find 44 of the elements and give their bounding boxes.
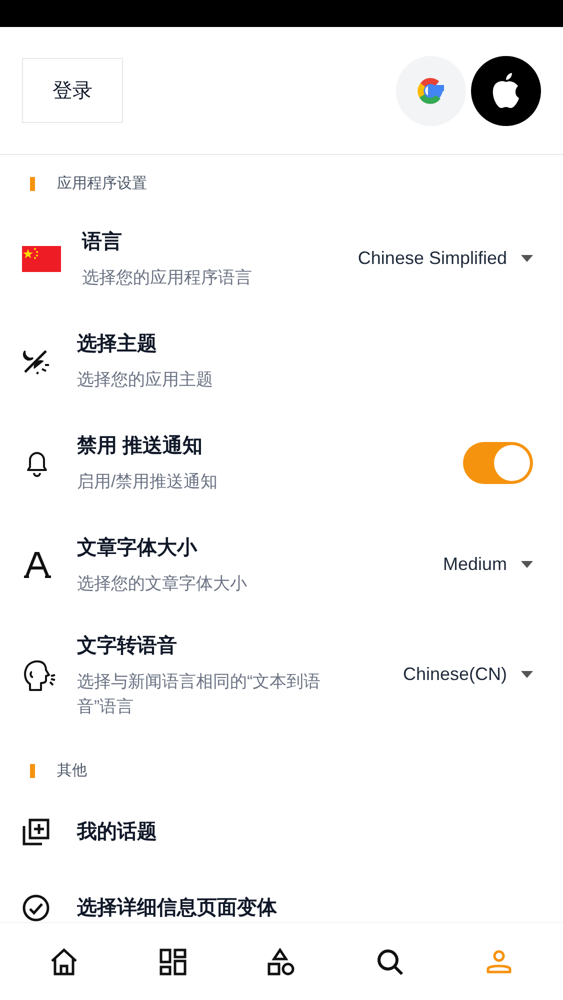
- dropdown-value: Medium: [442, 553, 507, 576]
- section-accent-bar: [30, 177, 35, 192]
- toggle-switch[interactable]: [463, 442, 533, 484]
- add-box-icon: [22, 818, 50, 846]
- search-icon: [376, 948, 404, 976]
- caret-icon: [521, 255, 533, 262]
- check-circle-icon: [22, 894, 50, 922]
- setting-title: 禁用 推送通知: [77, 434, 204, 459]
- setting-description: 选择与新闻语言相同的“文本到语音”语言: [77, 670, 322, 718]
- setting-title: 语言: [82, 230, 123, 255]
- dropdown[interactable]: Chinese(CN): [394, 661, 533, 688]
- serif-letter-icon: [22, 552, 52, 578]
- setting-title: 我的话题: [77, 820, 158, 845]
- dropdown-value: Chinese Simplified: [358, 247, 507, 270]
- speaking-head-icon: [22, 658, 56, 692]
- grid-icon: [158, 948, 187, 976]
- setting-title: 选择主题: [77, 332, 158, 357]
- setting-description: 选择您的文章字体大小: [77, 573, 248, 595]
- setting-title: 文字转语音: [77, 634, 178, 658]
- settings-row[interactable]: 选择主题 选择您的应用主题: [0, 310, 563, 412]
- shapes-icon: [267, 948, 296, 976]
- dropdown-value: Chinese(CN): [402, 663, 507, 686]
- china-flag-icon: [22, 246, 61, 272]
- settings-row[interactable]: 我的话题: [0, 794, 563, 870]
- section-accent-bar: [30, 764, 35, 778]
- home-icon: [49, 946, 80, 976]
- setting-title: 选择详细信息页面变体: [77, 896, 278, 921]
- dropdown[interactable]: Medium: [434, 551, 533, 578]
- login-button[interactable]: 登录: [22, 58, 123, 123]
- caret-icon: [521, 671, 533, 678]
- caret-icon: [521, 561, 533, 568]
- section-title: 其他: [57, 760, 87, 780]
- settings-row[interactable]: 禁用 推送通知 启用/禁用推送通知: [0, 412, 563, 514]
- settings-row[interactable]: 语言 选择您的应用程序语言 Chinese Simplified: [0, 208, 563, 310]
- settings-row[interactable]: 选择详细信息页面变体: [0, 870, 563, 922]
- setting-description: 启用/禁用推送通知: [77, 471, 219, 493]
- section-title: 应用程序设置: [57, 174, 147, 194]
- settings-row[interactable]: 文字转语音 选择与新闻语言相同的“文本到语音”语言 Chinese(CN): [0, 616, 563, 734]
- setting-description: 选择您的应用主题: [77, 369, 214, 391]
- person-icon: [486, 950, 512, 974]
- setting-title: 文章字体大小: [77, 536, 198, 561]
- setting-description: 选择您的应用程序语言: [82, 267, 253, 289]
- settings-row[interactable]: 文章字体大小 选择您的文章字体大小 Medium: [0, 514, 563, 616]
- dropdown[interactable]: Chinese Simplified: [350, 245, 533, 272]
